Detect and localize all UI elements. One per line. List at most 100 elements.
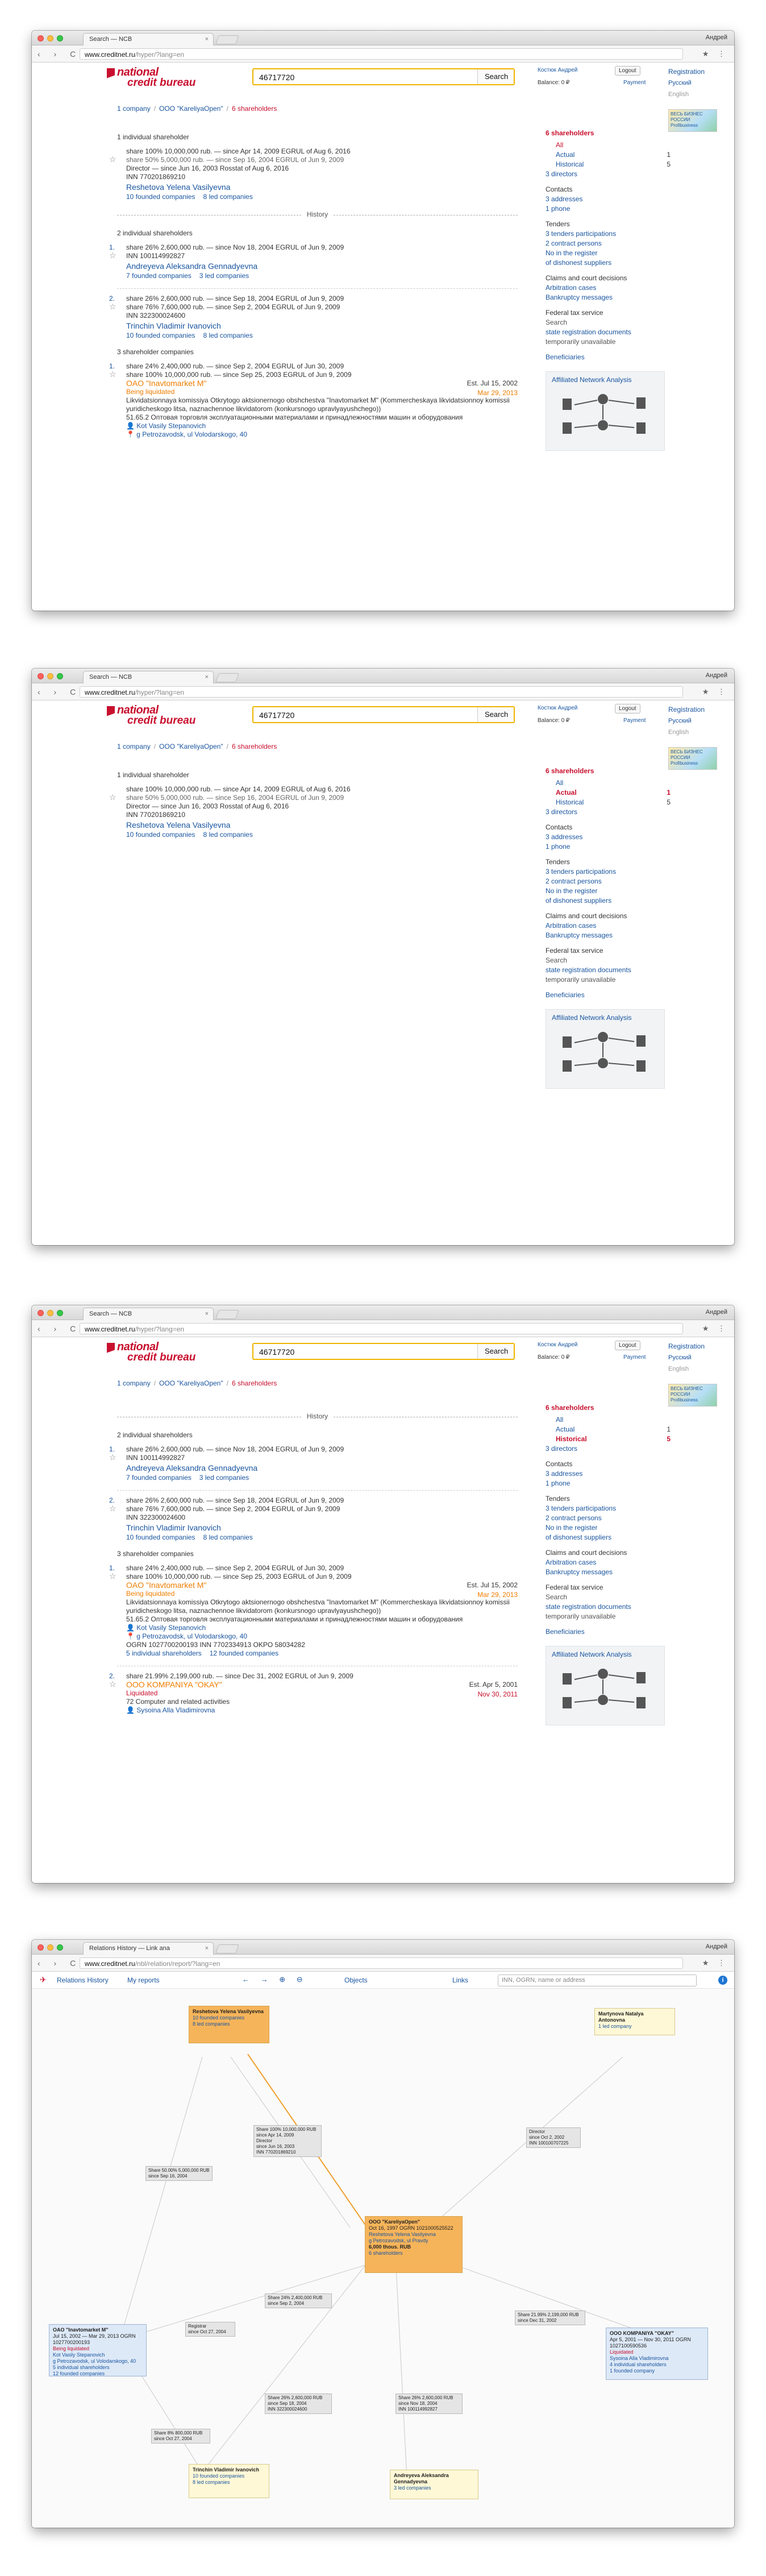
node-inavtomarket[interactable]: OAO "Inavtomarket M" Jul 15, 2002 — Mar 2…: [49, 2324, 147, 2376]
star-icon[interactable]: ☆: [109, 1504, 116, 1513]
node-martynova[interactable]: Martynova Natalya Antonovna 1 led company: [594, 2008, 675, 2035]
phone-link[interactable]: 1 phone: [546, 1479, 671, 1488]
registration-link[interactable]: Registration: [668, 1341, 705, 1352]
tab-close-icon[interactable]: ×: [205, 674, 209, 681]
filter-actual[interactable]: Actual 1: [546, 1425, 671, 1434]
register-link-2[interactable]: of dishonest suppliers: [546, 1533, 671, 1542]
logout-button[interactable]: Logout: [615, 1341, 640, 1350]
filter-actual[interactable]: Actual 1: [546, 150, 671, 160]
tab-close-icon[interactable]: ×: [205, 1310, 209, 1317]
filter-all[interactable]: All: [546, 1415, 671, 1425]
address-link[interactable]: 📍 g Petrozavodsk, ul Volodarskogo, 40: [126, 1632, 518, 1641]
ncb-icon[interactable]: ✈: [40, 1975, 50, 1985]
star-icon[interactable]: ☆: [109, 1453, 116, 1462]
individual-shareholders-link[interactable]: 5 individual shareholders: [126, 1649, 202, 1657]
founded-link[interactable]: 12 founded companies: [210, 1649, 278, 1657]
head-link[interactable]: 👤 Kot Vasily Stepanovich: [126, 1624, 518, 1632]
arbitration-link[interactable]: Arbitration cases: [546, 1558, 671, 1567]
search-input[interactable]: 46717720: [259, 711, 294, 720]
register-link[interactable]: No in the register: [546, 886, 671, 896]
led-link[interactable]: 8 led companies: [203, 331, 252, 339]
founded-link[interactable]: 10 founded companies: [126, 831, 195, 839]
register-link[interactable]: No in the register: [546, 248, 671, 258]
contract-link[interactable]: 2 contract persons: [546, 877, 671, 886]
fts-docs-link[interactable]: state registration documents: [546, 327, 671, 337]
led-link[interactable]: 3 led companies: [199, 272, 249, 280]
addresses-link[interactable]: 3 addresses: [546, 832, 671, 842]
star-icon[interactable]: ☆: [109, 1680, 116, 1689]
profile-name[interactable]: Андрей: [706, 672, 727, 679]
register-link[interactable]: No in the register: [546, 1523, 671, 1533]
account-name[interactable]: Костюк Андрей: [538, 1342, 577, 1348]
nav-buttons[interactable]: ‹ › C: [38, 49, 81, 59]
toolbar-icons[interactable]: ★ ⋮: [702, 687, 728, 696]
my-reports-link[interactable]: My reports: [127, 1976, 160, 1984]
beneficiaries-link[interactable]: Beneficiaries: [546, 1627, 671, 1637]
browser-tab[interactable]: Relations History — Link ana ×: [83, 1942, 214, 1955]
network-analysis-card[interactable]: Affiliated Network Analysis: [546, 1009, 665, 1089]
fts-docs-link[interactable]: state registration documents: [546, 965, 671, 975]
filter-historical[interactable]: Historical 5: [546, 798, 671, 807]
address-link[interactable]: 📍 g Petrozavodsk, ul Volodarskogo, 40: [126, 430, 518, 439]
node-andreyeva[interactable]: Andreyeva Aleksandra Gennadyevna 3 led co…: [390, 2470, 478, 2499]
head-link[interactable]: 👤 Kot Vasily Stepanovich: [126, 422, 518, 430]
relations-history-link[interactable]: Relations History: [57, 1976, 109, 1984]
star-icon[interactable]: ☆: [109, 793, 116, 802]
filter-all[interactable]: All: [546, 140, 671, 150]
toolbar-icons[interactable]: ★ ⋮: [702, 49, 728, 59]
star-icon[interactable]: ☆: [109, 1572, 116, 1581]
payment-link[interactable]: Payment: [623, 717, 646, 724]
promo-badge[interactable]: ВЕСЬ БИЗНЕС РОССИИ Profibusiness: [668, 1384, 717, 1407]
person-name-link[interactable]: Trinchin Vladimir Ivanovich: [126, 322, 518, 330]
beneficiaries-link[interactable]: Beneficiaries: [546, 990, 671, 1000]
led-link[interactable]: 3 led companies: [199, 1474, 249, 1482]
account-name[interactable]: Костюк Андрей: [538, 705, 577, 711]
edge-label[interactable]: Share 50.00% 5,000,000 RUB since Sep 16, …: [145, 2166, 213, 2181]
phone-link[interactable]: 1 phone: [546, 204, 671, 214]
edge-label[interactable]: Share 21.99% 2,199,000 RUB since Dec 31, …: [515, 2310, 585, 2325]
window-controls[interactable]: [38, 35, 63, 42]
edge-label[interactable]: Share 26% 2,600,000 RUB since Sep 18, 200…: [265, 2394, 332, 2414]
promo-badge[interactable]: ВЕСЬ БИЗНЕС РОССИИ Profibusiness: [668, 747, 717, 770]
lang-ru[interactable]: Русский: [668, 715, 705, 727]
star-icon[interactable]: ☆: [109, 302, 116, 311]
edge-label[interactable]: Share 26% 2,600,000 RUB since Nov 18, 200…: [396, 2394, 463, 2414]
nav-buttons[interactable]: ‹ › C: [38, 1324, 81, 1333]
contract-link[interactable]: 2 contract persons: [546, 239, 671, 248]
edge-label[interactable]: Registrar since Oct 27, 2004: [185, 2322, 235, 2337]
toolbar-icons[interactable]: ★ ⋮: [702, 1324, 728, 1333]
nav-buttons[interactable]: ‹ › C: [38, 687, 81, 696]
crumb-kareliya[interactable]: OOO "KareliyaOpen": [159, 105, 223, 113]
url-field[interactable]: www.creditnet.ru/hyper/?lang=en: [80, 48, 683, 60]
directors-link[interactable]: 3 directors: [546, 807, 671, 817]
filter-historical[interactable]: Historical 5: [546, 160, 671, 169]
window-controls[interactable]: [38, 1944, 63, 1951]
directors-link[interactable]: 3 directors: [546, 1444, 671, 1454]
person-name-link[interactable]: Andreyeva Aleksandra Gennadyevna: [126, 1464, 518, 1472]
founded-link[interactable]: 7 founded companies: [126, 1474, 192, 1482]
new-tab-button[interactable]: [215, 1310, 239, 1319]
browser-tab[interactable]: Search — NCB ×: [83, 671, 214, 683]
contract-link[interactable]: 2 contract persons: [546, 1513, 671, 1523]
promo-badge[interactable]: ВЕСЬ БИЗНЕС РОССИИ Profibusiness: [668, 109, 717, 132]
addresses-link[interactable]: 3 addresses: [546, 194, 671, 204]
search-button[interactable]: Search: [477, 1344, 514, 1359]
profile-name[interactable]: Андрей: [706, 34, 727, 41]
company-name-link[interactable]: OAO "Inavtomarket M": [126, 379, 518, 388]
search-button[interactable]: Search: [477, 707, 514, 722]
led-link[interactable]: 8 led companies: [203, 193, 252, 201]
search-button[interactable]: Search: [477, 69, 514, 84]
filter-all[interactable]: All: [546, 778, 671, 788]
filter-actual[interactable]: Actual 1: [546, 788, 671, 798]
crumb-kareliya[interactable]: OOO "KareliyaOpen": [159, 1379, 223, 1387]
person-name-link[interactable]: Trinchin Vladimir Ivanovich: [126, 1524, 518, 1532]
register-link-2[interactable]: of dishonest suppliers: [546, 896, 671, 906]
founded-link[interactable]: 7 founded companies: [126, 272, 192, 280]
profile-name[interactable]: Андрей: [706, 1943, 727, 1950]
filter-historical[interactable]: Historical 5: [546, 1434, 671, 1444]
node-okay[interactable]: OOO KOMPANIYA "OKAY" Apr 5, 2001 — Nov 30…: [606, 2328, 708, 2380]
register-link-2[interactable]: of dishonest suppliers: [546, 258, 671, 268]
url-field[interactable]: www.creditnet.ru/hyper/?lang=en: [80, 1323, 683, 1334]
star-icon[interactable]: ☆: [109, 155, 116, 164]
search-input[interactable]: 46717720: [259, 73, 294, 82]
